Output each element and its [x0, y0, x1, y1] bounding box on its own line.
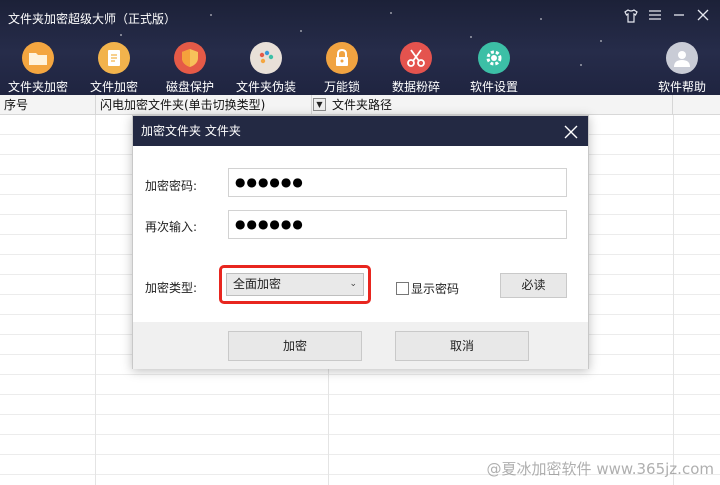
file-table-header: 序号 闪电加密文件夹(单击切换类型) ▼ 文件夹路径 [0, 95, 720, 115]
toolbar-disk-protect-button[interactable]: 磁盘保护 [154, 42, 226, 94]
toolbar-label: 磁盘保护 [165, 80, 214, 94]
toolbar-label: 软件帮助 [657, 80, 706, 94]
scissors-icon [400, 42, 432, 74]
shirt-icon[interactable] [622, 8, 640, 26]
toolbar-label: 软件设置 [469, 80, 518, 94]
encrypt-type-label: 加密类型: [145, 281, 198, 295]
encrypt-type-value: 全面加密 [233, 277, 282, 291]
column-index[interactable]: 序号 [0, 95, 96, 115]
dialog-footer: 加密 取消 [133, 322, 588, 369]
column-folder-path[interactable]: 文件夹路径 [328, 95, 673, 115]
app-header: 文件夹加密超级大师（正式版） 文件夹加密 文件加密 磁盘保护 文件夹伪装 万能锁… [0, 0, 720, 95]
palette-icon [250, 42, 282, 74]
encrypt-type-select[interactable]: 全面加密 ⌄ [226, 273, 364, 296]
toolbar-file-encrypt-button[interactable]: 文件加密 [78, 42, 150, 94]
shield-icon [174, 42, 206, 74]
toolbar-label: 数据粉碎 [391, 80, 440, 94]
cancel-button[interactable]: 取消 [395, 331, 529, 361]
close-icon[interactable] [694, 8, 712, 26]
toolbar-help-button[interactable]: 软件帮助 [646, 42, 718, 94]
toolbar-label: 万能锁 [323, 80, 360, 94]
dialog-body: 加密密码: ●●●●●● 再次输入: ●●●●●● 加密类型: 全面加密 ⌄ 显… [133, 146, 588, 322]
dialog-title: 加密文件夹 文件夹 [141, 124, 241, 138]
encrypt-button[interactable]: 加密 [228, 331, 362, 361]
watermark: @夏冰加密软件 www.365jz.com [487, 458, 714, 479]
must-read-button[interactable]: 必读 [500, 273, 567, 298]
lock-icon [326, 42, 358, 74]
toolbar-universal-lock-button[interactable]: 万能锁 [306, 42, 378, 94]
password-label: 加密密码: [145, 179, 198, 193]
watermark-text: @夏冰加密软件 www.365jz.com [486, 460, 714, 478]
app-title: 文件夹加密超级大师（正式版） [8, 12, 177, 26]
toolbar-folder-disguise-button[interactable]: 文件夹伪装 [230, 42, 302, 94]
folder-icon [22, 42, 54, 74]
menu-icon[interactable] [646, 8, 664, 26]
gear-icon [478, 42, 510, 74]
toolbar-settings-button[interactable]: 软件设置 [458, 42, 530, 94]
toolbar-folder-encrypt-button[interactable]: 文件夹加密 [2, 42, 74, 94]
toolbar-label: 文件加密 [89, 80, 138, 94]
document-icon [98, 42, 130, 74]
confirm-password-label: 再次输入: [145, 220, 198, 234]
column-divider [673, 115, 674, 485]
close-icon[interactable] [562, 122, 580, 140]
show-password-label: 显示密码 [411, 282, 460, 296]
confirm-password-field[interactable]: ●●●●●● [228, 210, 567, 239]
toolbar-data-shred-button[interactable]: 数据粉碎 [380, 42, 452, 94]
password-field[interactable]: ●●●●●● [228, 168, 567, 197]
chevron-down-icon: ⌄ [349, 279, 357, 289]
column-divider [95, 115, 96, 485]
dialog-title-bar: 加密文件夹 文件夹 [133, 116, 588, 146]
column-encrypt-type[interactable]: 闪电加密文件夹(单击切换类型) [96, 95, 312, 115]
show-password-checkbox[interactable] [396, 282, 409, 295]
encrypt-folder-dialog: 加密文件夹 文件夹 加密密码: ●●●●●● 再次输入: ●●●●●● 加密类型… [132, 115, 589, 369]
toolbar-label: 文件夹加密 [7, 80, 68, 94]
minimize-icon[interactable] [670, 8, 688, 26]
user-help-icon [666, 42, 698, 74]
triangle-down-icon[interactable]: ▼ [313, 98, 326, 111]
toolbar-label: 文件夹伪装 [235, 80, 296, 94]
